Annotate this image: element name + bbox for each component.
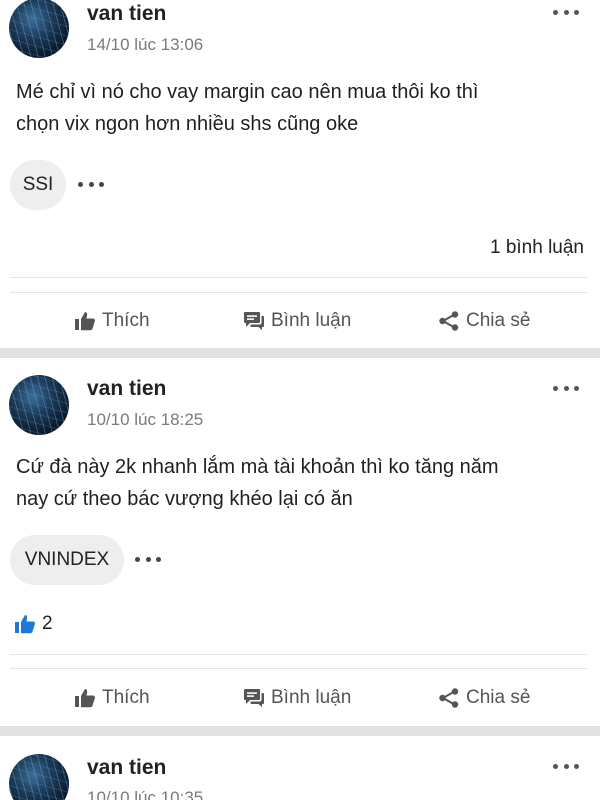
post-time: 10/10 lúc 18:25 [87,410,204,429]
avatar[interactable] [9,754,69,800]
like-label: Thích [102,310,150,331]
tag-more-icon[interactable] [135,555,161,563]
thumbs-up-icon [75,312,95,331]
divider [10,292,588,293]
post-actions: Thích Bình luận Chia sẻ [0,299,600,343]
author-name[interactable]: van tien [87,377,166,401]
post-content-line: nay cứ theo bác vượng khéo lại có ăn [16,488,353,510]
post-separator [0,348,600,358]
like-label: Thích [102,687,150,708]
thumbs-up-icon [75,689,95,708]
avatar[interactable] [9,0,69,58]
stock-tag[interactable]: SSI [10,160,66,210]
likes-summary[interactable]: 2 [14,613,53,635]
post-content-line: Mé chỉ vì nó cho vay margin cao nên mua … [16,81,479,103]
comment-label: Bình luận [271,310,352,331]
thumbs-up-icon [15,615,35,634]
comment-icon [244,312,264,330]
stock-tag[interactable]: VNINDEX [10,535,124,585]
likes-count: 2 [42,613,53,634]
share-button[interactable]: Chia sẻ [438,299,530,343]
like-button[interactable]: Thích [74,299,150,343]
more-options-button[interactable] [553,8,579,16]
more-options-button[interactable] [553,762,579,770]
share-icon [439,688,459,708]
comment-button[interactable]: Bình luận [243,676,351,720]
post-card: van tien 10/10 lúc 10:35 [0,736,600,800]
post-actions: Thích Bình luận Chia sẻ [0,676,600,720]
comment-button[interactable]: Bình luận [243,299,351,343]
post-content-line: Cứ đà này 2k nhanh lắm mà tài khoản thì … [16,456,499,478]
author-name[interactable]: van tien [87,2,166,26]
comments-count-link[interactable]: 1 bình luận [490,237,584,259]
post-content: Mé chỉ vì nó cho vay margin cao nên mua … [16,76,586,140]
divider [10,668,588,669]
post-content: Cứ đà này 2k nhanh lắm mà tài khoản thì … [16,451,586,515]
comment-icon [244,689,264,707]
like-button[interactable]: Thích [74,676,150,720]
share-label: Chia sẻ [466,310,531,331]
share-button[interactable]: Chia sẻ [438,676,530,720]
divider [10,277,588,278]
post-card: van tien 14/10 lúc 13:06 Mé chỉ vì nó ch… [0,0,600,348]
post-time: 14/10 lúc 13:06 [87,35,204,54]
comment-label: Bình luận [271,687,352,708]
share-icon [439,311,459,331]
avatar[interactable] [9,375,69,435]
post-time: 10/10 lúc 10:35 [87,788,204,800]
post-content-line: chọn vix ngon hơn nhiều shs cũng oke [16,113,359,135]
tag-more-icon[interactable] [78,180,104,188]
post-separator [0,726,600,736]
more-options-button[interactable] [553,384,579,392]
share-label: Chia sẻ [466,687,531,708]
author-name[interactable]: van tien [87,756,166,780]
divider [10,654,588,655]
post-card: van tien 10/10 lúc 18:25 Cứ đà này 2k nh… [0,358,600,726]
